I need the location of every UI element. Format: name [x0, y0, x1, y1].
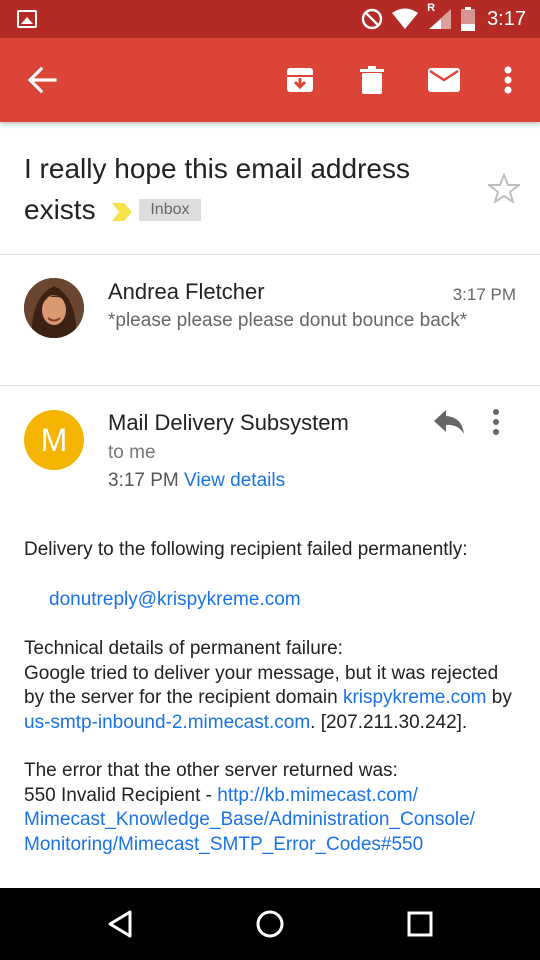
body-text: Delivery to the following recipient fail…	[24, 539, 468, 560]
signal-icon	[429, 9, 452, 29]
error-link-line: Mimecast_Knowledge_Base/Administration_C…	[24, 809, 475, 830]
sender-name: Andrea Fletcher	[108, 279, 265, 304]
message-time: 3:17 PM	[452, 285, 516, 304]
server-link[interactable]: us-smtp-inbound-2.mimecast.com	[24, 712, 310, 733]
error-link-line: Monitoring/Mimecast_SMTP_Error_Codes#550	[24, 833, 424, 855]
message-body: Delivery to the following recipient fail…	[24, 538, 520, 857]
divider	[0, 385, 540, 386]
recipient-summary[interactable]: to me	[108, 442, 156, 464]
body-paragraph: Google tried to deliver your message, bu…	[24, 662, 520, 736]
battery-icon	[461, 7, 476, 31]
email-subject: I really hope this email address exists …	[24, 148, 464, 230]
importance-marker-icon[interactable]	[111, 202, 133, 222]
status-icons: R 3:17	[361, 2, 526, 32]
avatar: M	[24, 410, 84, 470]
wifi-icon	[392, 8, 419, 29]
body-text: Technical details of permanent failure:	[24, 638, 343, 659]
more-vert-icon[interactable]	[488, 60, 528, 100]
nav-recents-icon[interactable]	[402, 906, 438, 942]
body-paragraph: 550 Invalid Recipient - http://kb.mimeca…	[24, 784, 520, 858]
status-bar: R 3:17	[0, 0, 540, 38]
divider	[0, 254, 540, 255]
more-vert-icon[interactable]	[492, 408, 500, 436]
trash-icon[interactable]	[352, 60, 392, 100]
avatar	[24, 278, 84, 338]
message-snippet: *please please please donut bounce back*	[108, 310, 468, 331]
view-details-link[interactable]: View details	[184, 470, 285, 491]
gallery-notification-icon	[17, 10, 37, 28]
nav-back-icon[interactable]	[102, 906, 138, 942]
archive-icon[interactable]	[280, 60, 320, 100]
body-text: . [207.211.30.242].	[310, 711, 468, 733]
clock: 3:17	[487, 7, 526, 30]
error-link-line: http://kb.mimecast.com/	[217, 784, 418, 806]
message-time: 3:17 PM	[108, 470, 179, 491]
body-text: The error that the other server returned…	[24, 760, 398, 781]
body-text: 550 Invalid Recipient -	[24, 784, 218, 806]
message-meta: 3:17 PM View details	[108, 470, 285, 492]
do-not-disturb-icon	[361, 8, 383, 30]
inbox-label[interactable]: Inbox	[139, 198, 201, 221]
recipient-email-link[interactable]: donutreply@krispykreme.com	[49, 588, 520, 613]
star-icon[interactable]	[488, 173, 520, 203]
domain-link[interactable]: krispykreme.com	[343, 687, 487, 708]
nav-home-icon[interactable]	[252, 906, 288, 942]
subject-text: I really hope this email address exists	[24, 153, 410, 225]
arrow-back-icon[interactable]	[22, 60, 62, 100]
mail-icon[interactable]	[424, 60, 464, 100]
body-text: by	[486, 687, 512, 708]
app-bar	[0, 38, 540, 122]
sender-name: Mail Delivery Subsystem	[108, 410, 349, 435]
reply-icon[interactable]	[432, 408, 466, 436]
navigation-bar	[0, 888, 540, 960]
